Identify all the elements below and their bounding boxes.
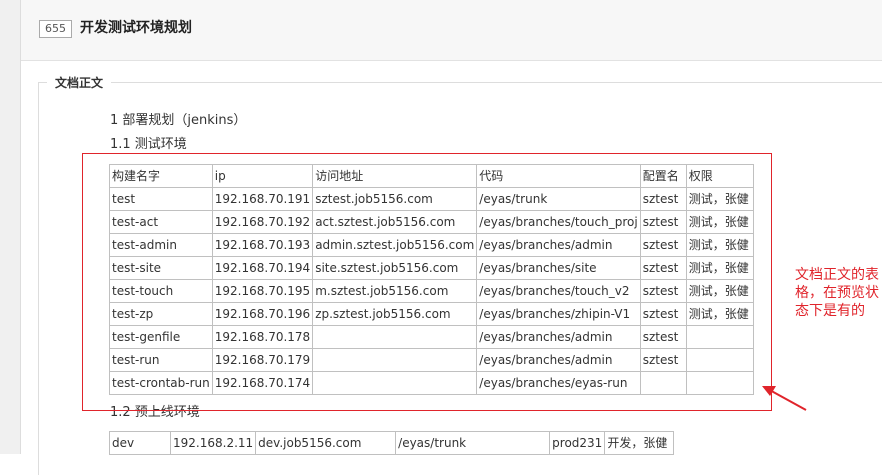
test-table-row: test-run 192.168.70.179/eyas/branches/adm… xyxy=(109,348,754,372)
preprod-table-cell: dev.job5156.com xyxy=(255,431,397,455)
test-table-cell: 测试，张健 xyxy=(685,187,754,211)
test-table-cell: test-site xyxy=(109,256,213,280)
test-table-header-cell: 权限 xyxy=(685,164,754,188)
test-table-cell xyxy=(312,371,478,395)
test-table-row: test-crontab-run 192.168.70.174/eyas/bran… xyxy=(109,371,754,395)
test-table-row: test 192.168.70.191 sztest.job5156.com/eya… xyxy=(109,187,754,211)
test-table-cell: test-run xyxy=(109,348,213,372)
test-table-header-row: 构建名字 ip 访问地址 代码 配置名 权限 xyxy=(109,164,754,188)
test-table-cell: 192.168.70.196 xyxy=(211,302,314,326)
test-env-table: 构建名字 ip 访问地址 代码 配置名 权限 test 192.168.70.191 sztes… xyxy=(109,164,754,395)
test-table-header-cell: 配置名 xyxy=(639,164,687,188)
test-table-cell: 192.168.70.195 xyxy=(211,279,314,303)
test-table-header-cell: 访问地址 xyxy=(312,164,478,188)
page-header: 655 开发测试环境规划 xyxy=(21,0,882,61)
preprod-table-cell: 192.168.2.11 xyxy=(169,431,257,455)
test-table-cell xyxy=(685,348,754,372)
test-table-cell: 测试，张健 xyxy=(685,302,754,326)
heading-test-env: 1.1 测试环境 xyxy=(110,137,187,152)
heading-preprod-env: 1.2 预上线环境 xyxy=(110,405,200,420)
test-table-cell: zp.sztest.job5156.com xyxy=(312,302,478,326)
test-table-cell: test-zp xyxy=(109,302,213,326)
test-table-cell: site.sztest.job5156.com xyxy=(312,256,478,280)
doc-id-badge: 655 xyxy=(39,20,72,38)
test-table-cell: /eyas/branches/eyas-run xyxy=(476,371,641,395)
test-table-cell: /eyas/branches/site xyxy=(476,256,641,280)
test-table-cell: 测试，张健 xyxy=(685,256,754,280)
left-gutter xyxy=(0,0,21,454)
test-table-cell: sztest xyxy=(639,348,687,372)
test-table-cell: 192.168.70.174 xyxy=(211,371,314,395)
test-table-cell xyxy=(312,325,478,349)
test-table-cell xyxy=(312,348,478,372)
test-table-cell: /eyas/branches/touch_proj xyxy=(476,210,641,234)
test-table-row: test-act 192.168.70.192 act.sztest.job5156… xyxy=(109,210,754,234)
test-table-cell: test-crontab-run xyxy=(109,371,213,395)
test-table-cell: sztest xyxy=(639,279,687,303)
test-table-cell: 测试，张健 xyxy=(685,233,754,257)
test-table-cell xyxy=(685,325,754,349)
test-table-cell: 测试，张健 xyxy=(685,279,754,303)
test-table-row: test-site 192.168.70.194 site.sztest.job51… xyxy=(109,256,754,280)
test-table-cell: sztest xyxy=(639,233,687,257)
test-table-cell: 192.168.70.179 xyxy=(211,348,314,372)
test-table-cell xyxy=(639,371,687,395)
preprod-table-cell: prod231 xyxy=(549,431,606,455)
test-table-cell: /eyas/branches/zhipin-V1 xyxy=(476,302,641,326)
test-table-row: test-admin 192.168.70.193 admin.sztest.job… xyxy=(109,233,754,257)
test-table-cell: test-admin xyxy=(109,233,213,257)
test-table-cell: /eyas/trunk xyxy=(476,187,641,211)
test-table-cell: 192.168.70.191 xyxy=(211,187,314,211)
test-table-cell: admin.sztest.job5156.com xyxy=(312,233,478,257)
test-table-header-cell: 代码 xyxy=(476,164,641,188)
test-table-row: test-zp 192.168.70.196 zp.sztest.job5156.c… xyxy=(109,302,754,326)
test-table-cell: 192.168.70.194 xyxy=(211,256,314,280)
preprod-table-cell: /eyas/trunk xyxy=(395,431,551,455)
test-table-header-cell: ip xyxy=(211,164,314,188)
annotation-arrow-icon xyxy=(762,386,807,411)
preprod-table-cell: 开发，张健 xyxy=(604,431,675,455)
test-table-header-cell: 构建名字 xyxy=(109,164,213,188)
test-table-cell: 192.168.70.178 xyxy=(211,325,314,349)
preprod-table-row: dev 192.168.2.11 dev.job5156.com/eyas/trun… xyxy=(109,431,675,455)
test-table-cell: /eyas/branches/admin xyxy=(476,325,641,349)
test-table-cell: m.sztest.job5156.com xyxy=(312,279,478,303)
test-table-cell: /eyas/branches/admin xyxy=(476,233,641,257)
test-table-cell xyxy=(685,371,754,395)
test-table-cell: sztest.job5156.com xyxy=(312,187,478,211)
test-table-cell: sztest xyxy=(639,325,687,349)
test-table-cell: 192.168.70.193 xyxy=(211,233,314,257)
annotation-note: 文档正文的表格，在预览状态下是有的 xyxy=(795,267,879,319)
test-table-cell: sztest xyxy=(639,256,687,280)
page-title: 开发测试环境规划 xyxy=(80,20,192,36)
test-table-row: test-genfile 192.168.70.178/eyas/branches… xyxy=(109,325,754,349)
doc-body-legend: 文档正文 xyxy=(55,76,104,90)
test-table-cell: sztest xyxy=(639,187,687,211)
test-table-cell: test-act xyxy=(109,210,213,234)
test-table-cell: /eyas/branches/touch_v2 xyxy=(476,279,641,303)
test-table-cell: 测试，张健 xyxy=(685,210,754,234)
test-table-cell: test-touch xyxy=(109,279,213,303)
test-table-cell: act.sztest.job5156.com xyxy=(312,210,478,234)
test-table-cell: 192.168.70.192 xyxy=(211,210,314,234)
preprod-env-table: dev 192.168.2.11 dev.job5156.com/eyas/trun… xyxy=(109,431,675,455)
test-table-cell: sztest xyxy=(639,302,687,326)
test-table-row: test-touch 192.168.70.195 m.sztest.job5156… xyxy=(109,279,754,303)
test-table-cell: test-genfile xyxy=(109,325,213,349)
test-table-cell: test xyxy=(109,187,213,211)
preprod-table-cell: dev xyxy=(109,431,171,455)
test-table-cell: sztest xyxy=(639,210,687,234)
test-table-cell: /eyas/branches/admin xyxy=(476,348,641,372)
heading-deploy-plan: 1 部署规划（jenkins） xyxy=(110,113,247,128)
